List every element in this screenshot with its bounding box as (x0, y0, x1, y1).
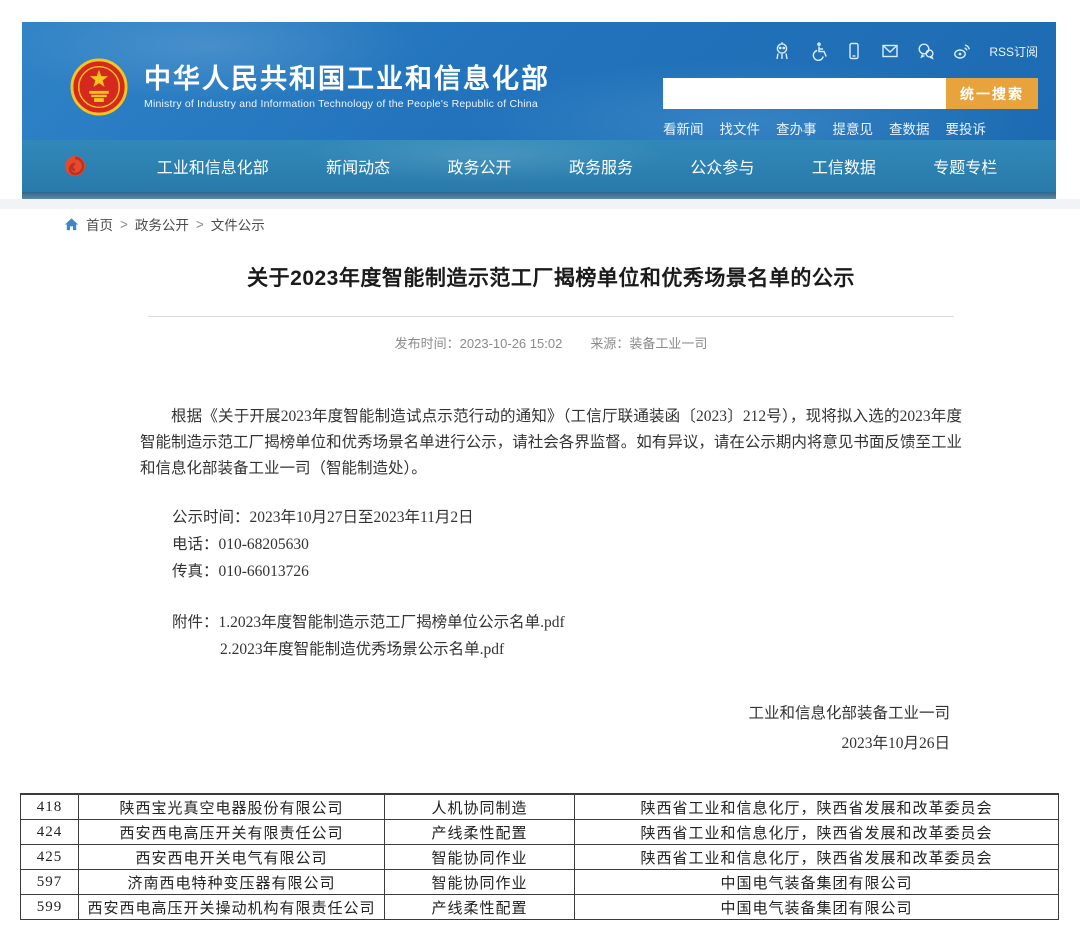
table-cell-number: 418 (21, 794, 79, 820)
search-bar: 统一搜索 (663, 78, 1038, 109)
table-cell-number: 424 (21, 820, 79, 845)
article: 关于2023年度智能制造示范工厂揭榜单位和优秀场景名单的公示 发布时间：2023… (140, 262, 962, 759)
article-body: 根据《关于开展2023年度智能制造试点示范行动的通知》（工信厅联通装函〔2023… (140, 404, 962, 759)
breadcrumb-separator: > (120, 217, 128, 232)
nav-item-miit-data[interactable]: 工信数据 (812, 154, 876, 178)
site-subtitle: Ministry of Industry and Information Tec… (144, 98, 550, 110)
quick-link-data[interactable]: 查数据 (889, 118, 930, 138)
phone-line: 电话：010-68205630 (172, 531, 962, 558)
quick-link-files[interactable]: 找文件 (720, 118, 761, 138)
nav-item-gov-disclosure[interactable]: 政务公开 (448, 154, 512, 178)
main-nav: 工业和信息化部 新闻动态 政务公开 政务服务 公众参与 工信数据 专题专栏 (22, 140, 1056, 192)
table-cell-scene: 产线柔性配置 (385, 895, 575, 920)
quick-link-services[interactable]: 查办事 (776, 118, 817, 138)
table-cell-company: 陕西宝光真空电器股份有限公司 (79, 794, 385, 820)
table-row: 418 陕西宝光真空电器股份有限公司 人机协同制造 陕西省工业和信息化厅，陕西省… (21, 794, 1059, 820)
table-cell-org: 陕西省工业和信息化厅，陕西省发展和改革委员会 (575, 820, 1059, 845)
article-meta: 发布时间：2023-10-26 15:02 来源：装备工业一司 (140, 333, 962, 352)
table-cell-company: 济南西电特种变压器有限公司 (79, 870, 385, 895)
table-row: 599 西安西电高压开关操动机构有限责任公司 产线柔性配置 中国电气装备集团有限… (21, 895, 1059, 920)
national-emblem-icon (70, 58, 128, 116)
quick-link-feedback[interactable]: 提意见 (833, 118, 874, 138)
breadcrumb-gov-disclosure[interactable]: 政务公开 (135, 214, 189, 234)
home-icon[interactable] (64, 217, 79, 232)
attachment-link-1[interactable]: 1.2023年度智能制造示范工厂揭榜单位公示名单.pdf (219, 614, 565, 631)
article-paragraph: 根据《关于开展2023年度智能制造试点示范行动的通知》（工信厅联通装函〔2023… (140, 404, 962, 482)
quick-links: 看新闻 找文件 查办事 提意见 查数据 要投诉 (663, 118, 1038, 138)
attachment-link-2[interactable]: 2.2023年度智能制造优秀场景公示名单.pdf (220, 636, 962, 663)
table-row: 424 西安西电高压开关有限责任公司 产线柔性配置 陕西省工业和信息化厅，陕西省… (21, 820, 1059, 845)
weibo-icon[interactable] (951, 41, 972, 62)
nav-item-gov-services[interactable]: 政务服务 (569, 154, 633, 178)
search-button[interactable]: 统一搜索 (946, 78, 1038, 109)
fax-line: 传真：010-66013726 (172, 558, 962, 585)
table-cell-scene: 产线柔性配置 (385, 820, 575, 845)
table-row: 597 济南西电特种变压器有限公司 智能协同作业 中国电气装备集团有限公司 (21, 870, 1059, 895)
search-input[interactable] (663, 78, 946, 109)
nav-logo-icon (62, 153, 88, 179)
mascot-robot-icon[interactable] (771, 41, 792, 62)
table-cell-scene: 人机协同制造 (385, 794, 575, 820)
table-cell-number: 425 (21, 845, 79, 870)
table-cell-company: 西安西电高压开关有限责任公司 (79, 820, 385, 845)
site-header: 中华人民共和国工业和信息化部 Ministry of Industry and … (22, 22, 1056, 140)
rss-link[interactable]: RSS订阅 (989, 43, 1038, 60)
nav-item-ministry[interactable]: 工业和信息化部 (157, 154, 269, 178)
table-cell-number: 597 (21, 870, 79, 895)
table-cell-company: 西安西电高压开关操动机构有限责任公司 (79, 895, 385, 920)
mobile-icon[interactable] (843, 41, 864, 62)
table-cell-org: 中国电气装备集团有限公司 (575, 895, 1059, 920)
nav-item-news[interactable]: 新闻动态 (326, 154, 390, 178)
table-cell-org: 陕西省工业和信息化厅，陕西省发展和改革委员会 (575, 845, 1059, 870)
table-cell-scene: 智能协同作业 (385, 845, 575, 870)
attachment-line-1: 附件：1.2023年度智能制造示范工厂揭榜单位公示名单.pdf (172, 609, 962, 636)
wechat-icon[interactable] (915, 41, 936, 62)
nav-bottom-strip (22, 192, 1056, 199)
breadcrumb-file-publicity[interactable]: 文件公示 (211, 214, 265, 234)
notice-time-line: 公示时间：2023年10月27日至2023年11月2日 (172, 504, 962, 531)
site-title: 中华人民共和国工业和信息化部 (144, 64, 550, 94)
nav-item-special-columns[interactable]: 专题专栏 (933, 154, 997, 178)
breadcrumb-separator: > (196, 217, 204, 232)
table-cell-company: 西安西电开关电气有限公司 (79, 845, 385, 870)
table-cell-scene: 智能协同作业 (385, 870, 575, 895)
attachment-label: 附件： (172, 614, 219, 631)
header-right: RSS订阅 统一搜索 看新闻 找文件 查办事 提意见 查数据 要投诉 (663, 38, 1038, 138)
breadcrumb-home[interactable]: 首页 (86, 214, 113, 234)
header-icon-row: RSS订阅 (663, 38, 1038, 64)
nav-item-public-participation[interactable]: 公众参与 (690, 154, 754, 178)
page-divider-strip (0, 199, 1080, 209)
signature-date: 2023年10月26日 (140, 729, 962, 759)
title-divider (148, 316, 954, 317)
accessibility-icon[interactable] (807, 41, 828, 62)
signature-org: 工业和信息化部装备工业一司 (140, 699, 962, 729)
table-cell-org: 陕西省工业和信息化厅，陕西省发展和改革委员会 (575, 794, 1059, 820)
breadcrumb: 首页 > 政务公开 > 文件公示 (64, 214, 265, 234)
page-title: 关于2023年度智能制造示范工厂揭榜单位和优秀场景名单的公示 (140, 262, 962, 292)
page: 中华人民共和国工业和信息化部 Ministry of Industry and … (0, 0, 1080, 944)
nav-items: 工业和信息化部 新闻动态 政务公开 政务服务 公众参与 工信数据 专题专栏 (88, 154, 1056, 178)
table-cell-number: 599 (21, 895, 79, 920)
table-row: 425 西安西电开关电气有限公司 智能协同作业 陕西省工业和信息化厅，陕西省发展… (21, 845, 1059, 870)
quick-link-news[interactable]: 看新闻 (663, 118, 704, 138)
source: 来源：装备工业一司 (590, 333, 707, 352)
mail-icon[interactable] (879, 41, 900, 62)
table-cell-org: 中国电气装备集团有限公司 (575, 870, 1059, 895)
site-brand[interactable]: 中华人民共和国工业和信息化部 Ministry of Industry and … (70, 58, 550, 116)
publicity-table: 418 陕西宝光真空电器股份有限公司 人机协同制造 陕西省工业和信息化厅，陕西省… (20, 793, 1059, 920)
quick-link-complaint[interactable]: 要投诉 (946, 118, 987, 138)
publish-time: 发布时间：2023-10-26 15:02 (395, 333, 563, 352)
